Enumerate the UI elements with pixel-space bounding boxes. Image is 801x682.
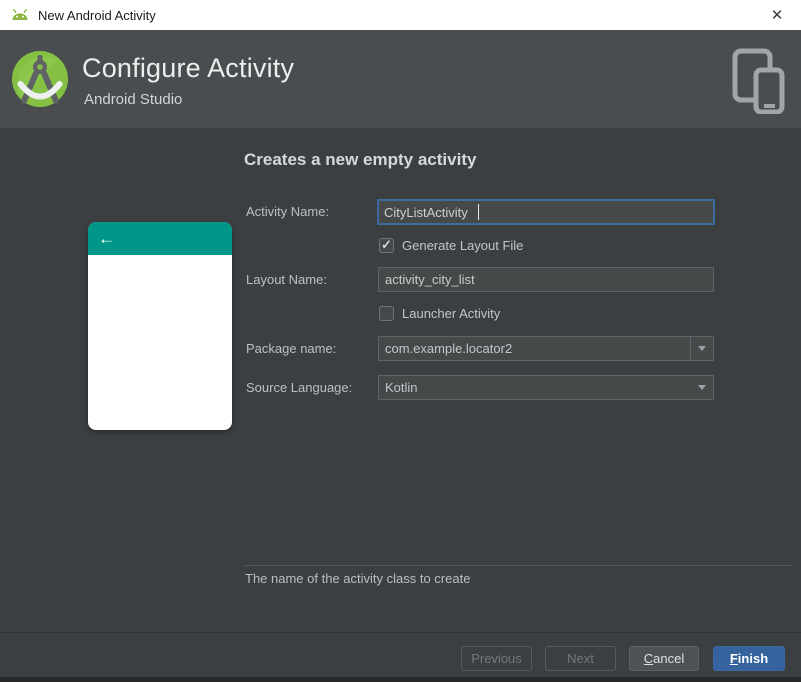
generate-layout-file-label: Generate Layout File [402,238,524,253]
window-bottom-edge [0,677,801,682]
source-language-label: Source Language: [246,380,353,395]
next-button-label: Next [567,651,594,666]
hint-separator [244,565,793,566]
wizard-header: Configure Activity Android Studio [0,30,801,128]
activity-preview: ← [88,222,232,430]
package-name-value[interactable]: com.example.locator2 [379,341,690,356]
phone-tablet-icon [731,48,785,115]
package-name-dropdown-button[interactable] [690,337,713,360]
layout-name-label: Layout Name: [246,272,327,287]
chevron-down-icon [698,346,706,351]
preview-appbar: ← [88,222,232,255]
finish-button-label: Finish [729,651,769,666]
activity-name-label: Activity Name: [246,204,330,219]
wizard-content: Creates a new empty activity ← Activity … [0,128,801,632]
section-heading: Creates a new empty activity [244,150,477,169]
page-subtitle: Android Studio [84,91,183,108]
layout-name-input[interactable] [378,267,714,292]
chevron-down-icon [697,385,706,390]
title-bar: New Android Activity ✕ [0,0,801,30]
close-icon[interactable]: ✕ [765,4,789,26]
package-name-combobox[interactable]: com.example.locator2 [378,336,714,361]
previous-button-label: Previous [471,651,522,666]
activity-name-field-wrap [377,199,715,225]
window-title: New Android Activity [38,7,156,23]
launcher-activity-label: Launcher Activity [402,306,501,321]
field-hint: The name of the activity class to create [245,571,471,586]
android-studio-logo-icon [12,51,68,107]
generate-layout-file-row[interactable]: Generate Layout File [379,237,524,253]
android-head-icon [10,7,30,23]
source-language-dropdown-button[interactable] [690,376,713,399]
next-button[interactable]: Next [545,646,616,671]
generate-layout-file-checkbox[interactable] [379,237,394,253]
source-language-select[interactable]: Kotlin [378,375,714,400]
activity-name-input[interactable] [377,199,715,225]
page-title: Configure Activity [82,53,295,83]
previous-button[interactable]: Previous [461,646,532,671]
text-caret [478,204,479,220]
cancel-button-label: Cancel [643,651,685,666]
back-arrow-icon: ← [98,229,115,248]
wizard-footer: Previous Next Cancel Finish [0,632,801,677]
launcher-activity-checkbox[interactable] [379,306,394,321]
new-android-activity-dialog: New Android Activity ✕ Configure Activit… [0,0,801,682]
finish-button[interactable]: Finish [713,646,785,671]
source-language-value: Kotlin [385,380,418,395]
launcher-activity-row[interactable]: Launcher Activity [379,306,500,321]
package-name-label: Package name: [246,341,337,356]
cancel-button[interactable]: Cancel [629,646,699,671]
